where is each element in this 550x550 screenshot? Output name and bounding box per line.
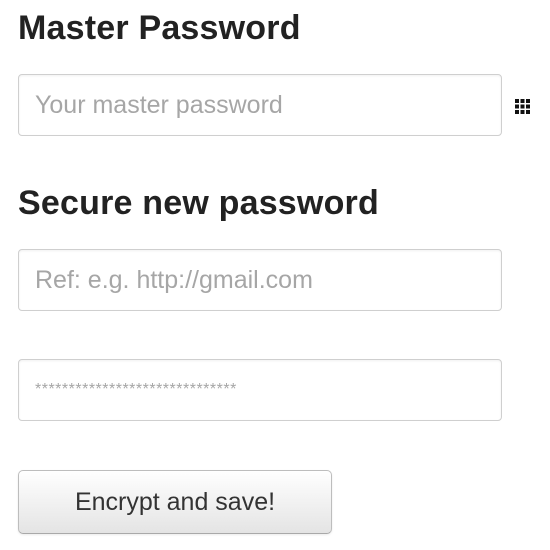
secure-new-password-heading: Secure new password bbox=[18, 184, 379, 222]
grid-icon[interactable] bbox=[515, 99, 530, 114]
encrypt-and-save-button[interactable]: Encrypt and save! bbox=[18, 470, 332, 534]
password-form: Master Password Secure new password Encr… bbox=[0, 0, 550, 550]
master-password-heading: Master Password bbox=[18, 9, 301, 47]
generated-password-field[interactable] bbox=[18, 359, 502, 421]
master-password-input[interactable] bbox=[18, 74, 502, 136]
reference-url-input[interactable] bbox=[18, 249, 502, 311]
